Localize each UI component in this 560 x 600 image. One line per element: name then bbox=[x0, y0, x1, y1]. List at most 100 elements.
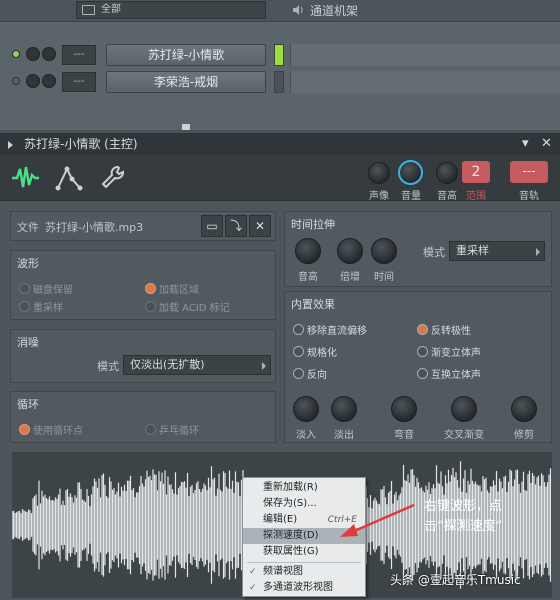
normalize-option[interactable]: 规格化 bbox=[293, 344, 337, 359]
plugin-toolbar: 声像 音量 音高 2 范围 --- 音轨 bbox=[0, 155, 560, 202]
stretch-time-knob[interactable] bbox=[371, 238, 397, 264]
channel-row-1: --- 苏打绿-小情歌 bbox=[0, 42, 560, 68]
loop-title: 循环 bbox=[17, 398, 39, 411]
menu-arrow-icon[interactable] bbox=[8, 141, 13, 149]
reverse-option[interactable]: 反向 bbox=[293, 366, 327, 381]
browse-icon[interactable]: ⤵ bbox=[225, 215, 247, 237]
rack-resize-handle[interactable] bbox=[182, 124, 190, 130]
menu-item-label: 保存为(S)... bbox=[263, 498, 317, 509]
pitch-knob[interactable] bbox=[436, 162, 458, 184]
open-folder-icon[interactable]: ▭ bbox=[201, 215, 223, 237]
swap-stereo-option[interactable]: 互换立体声 bbox=[417, 366, 481, 381]
channel-name-button[interactable]: 苏打绿-小情歌 bbox=[106, 44, 266, 66]
channel-volume-knob[interactable] bbox=[42, 74, 56, 88]
volume-knob[interactable] bbox=[398, 160, 423, 185]
menu-item-edit[interactable]: 编辑(E) Ctrl+E bbox=[243, 512, 365, 528]
chevron-right-icon bbox=[262, 362, 266, 370]
close-window-button[interactable]: ✕ bbox=[541, 133, 552, 155]
pan-knob[interactable] bbox=[368, 162, 390, 184]
file-actions: ▭ ⤵ ✕ bbox=[201, 215, 273, 237]
channel-pan-knob[interactable] bbox=[26, 74, 40, 88]
menu-item-shortcut: Ctrl+E bbox=[327, 515, 357, 525]
channel-name-button[interactable]: 李荣浩-戒烟 bbox=[106, 71, 266, 93]
resample-option[interactable]: 重采样 bbox=[19, 299, 63, 314]
time-stretch-title: 时间拉伸 bbox=[291, 218, 335, 231]
check-icon: ✓ bbox=[249, 583, 257, 593]
waveform-tab-icon[interactable] bbox=[8, 161, 42, 195]
stretch-pitch-knob[interactable] bbox=[295, 238, 321, 264]
rack-filter-label: 全部 bbox=[101, 4, 121, 15]
mixer-track-label: 音轨 bbox=[519, 191, 539, 202]
keep-on-disk-option[interactable]: 磁盘保留 bbox=[19, 281, 73, 296]
precomputed-effects-panel: 内置效果 移除直流偏移 反转极性 规格化 渐变立体声 反向 互换立体声 淡入 淡… bbox=[284, 291, 552, 443]
bend-label: 弯音 bbox=[394, 430, 414, 441]
stretch-pitch-label: 音高 bbox=[298, 272, 318, 283]
menu-item-get-properties[interactable]: 获取属性(G) bbox=[243, 544, 365, 560]
channel-step-area[interactable] bbox=[290, 71, 560, 93]
reverse-polarity-option[interactable]: 反转极性 bbox=[417, 322, 471, 337]
channel-mute-led[interactable] bbox=[12, 77, 20, 85]
fade-out-knob[interactable] bbox=[331, 396, 357, 422]
menu-item-reload[interactable]: 重新加载(R) bbox=[243, 480, 365, 496]
channel-row-2: --- 李荣浩-戒烟 bbox=[0, 69, 560, 95]
crossfade-knob[interactable] bbox=[451, 396, 477, 422]
rack-title: 通道机架 bbox=[310, 4, 359, 18]
menu-item-save-as[interactable]: 保存为(S)... bbox=[243, 496, 365, 512]
stretch-multiply-knob[interactable] bbox=[337, 238, 363, 264]
check-icon: ✓ bbox=[249, 567, 257, 577]
channel-step-area[interactable] bbox=[290, 44, 560, 66]
trim-knob[interactable] bbox=[511, 396, 537, 422]
time-stretch-panel: 时间拉伸 音高 倍增 时间 模式 重采样 bbox=[284, 211, 552, 287]
menu-separator bbox=[247, 562, 361, 563]
waveform-context-menu: 重新加载(R) 保存为(S)... 编辑(E) Ctrl+E 探测速度(D) 获… bbox=[242, 477, 366, 597]
menu-item-label: 频谱视图 bbox=[263, 566, 303, 577]
waveform-options-panel: 波形 磁盘保留 加载区域 重采样 加载 ACID 标记 bbox=[10, 250, 276, 320]
channel-select-indicator[interactable] bbox=[274, 71, 284, 93]
menu-item-label: 多通道波形视图 bbox=[263, 582, 333, 593]
file-name: 苏打绿-小情歌.mp3 bbox=[45, 221, 144, 234]
rack-filter-dropdown[interactable]: 全部 bbox=[76, 1, 266, 19]
file-panel: 文件 苏打绿-小情歌.mp3 ▭ ⤵ ✕ bbox=[10, 211, 276, 241]
fade-in-knob[interactable] bbox=[293, 396, 319, 422]
pan-label: 声像 bbox=[369, 191, 389, 202]
fade-out-label: 淡出 bbox=[334, 430, 354, 441]
use-loop-points-option[interactable]: 使用循环点 bbox=[19, 422, 83, 437]
menu-item-label: 获取属性(G) bbox=[263, 546, 319, 557]
channel-select-indicator[interactable] bbox=[274, 44, 284, 66]
mixer-track-selector[interactable]: --- bbox=[510, 161, 548, 183]
clear-file-icon[interactable]: ✕ bbox=[249, 215, 271, 237]
declick-mode-select[interactable]: 仅淡出(无扩散) bbox=[123, 355, 271, 375]
channel-mute-led[interactable] bbox=[12, 50, 20, 58]
precomputed-title: 内置效果 bbox=[291, 298, 335, 311]
remove-dc-option[interactable]: 移除直流偏移 bbox=[293, 322, 367, 337]
annotation-text: 右键波形，点 击“探测速度” bbox=[424, 497, 554, 537]
channel-mixer-number[interactable]: --- bbox=[62, 72, 96, 92]
load-regions-option[interactable]: 加载区域 bbox=[145, 281, 199, 296]
channel-volume-knob[interactable] bbox=[42, 47, 56, 61]
stretch-mode-select[interactable]: 重采样 bbox=[449, 241, 545, 261]
envelope-tab-icon[interactable] bbox=[52, 161, 86, 195]
channel-rack: 全部 通道机架 --- 苏打绿-小情歌 --- 李荣浩-戒烟 bbox=[0, 0, 560, 130]
declick-mode-label: 模式 bbox=[97, 360, 119, 373]
plugin-title: 苏打绿-小情歌 (主控) bbox=[24, 137, 138, 151]
pingpong-loop-option[interactable]: 乒乓循环 bbox=[145, 422, 199, 437]
channel-pan-knob[interactable] bbox=[26, 47, 40, 61]
pin-button[interactable]: ▾ bbox=[522, 133, 529, 155]
range-counter[interactable]: 2 bbox=[462, 161, 490, 183]
fade-stereo-option[interactable]: 渐变立体声 bbox=[417, 344, 481, 359]
stretch-multiply-label: 倍增 bbox=[340, 272, 360, 283]
bend-knob[interactable] bbox=[391, 396, 417, 422]
wrench-tab-icon[interactable] bbox=[96, 161, 130, 195]
menu-item-label: 探测速度(D) bbox=[263, 530, 319, 541]
channel-mixer-number[interactable]: --- bbox=[62, 45, 96, 65]
volume-label: 音量 bbox=[401, 191, 421, 202]
watermark: 头条 @壹起音乐Tmusic bbox=[390, 573, 521, 587]
menu-item-multichannel-view[interactable]: ✓ 多通道波形视图 bbox=[243, 580, 365, 596]
chevron-right-icon bbox=[536, 248, 540, 256]
load-acid-option[interactable]: 加载 ACID 标记 bbox=[145, 299, 230, 314]
annotation-line-2: 击“探测速度” bbox=[424, 519, 503, 534]
menu-item-spectrum-view[interactable]: ✓ 频谱视图 bbox=[243, 564, 365, 580]
menu-item-detect-tempo[interactable]: 探测速度(D) bbox=[243, 528, 365, 544]
waveform-options-title: 波形 bbox=[17, 257, 39, 270]
plugin-titlebar[interactable]: 苏打绿-小情歌 (主控) ▾ ✕ bbox=[0, 133, 560, 155]
